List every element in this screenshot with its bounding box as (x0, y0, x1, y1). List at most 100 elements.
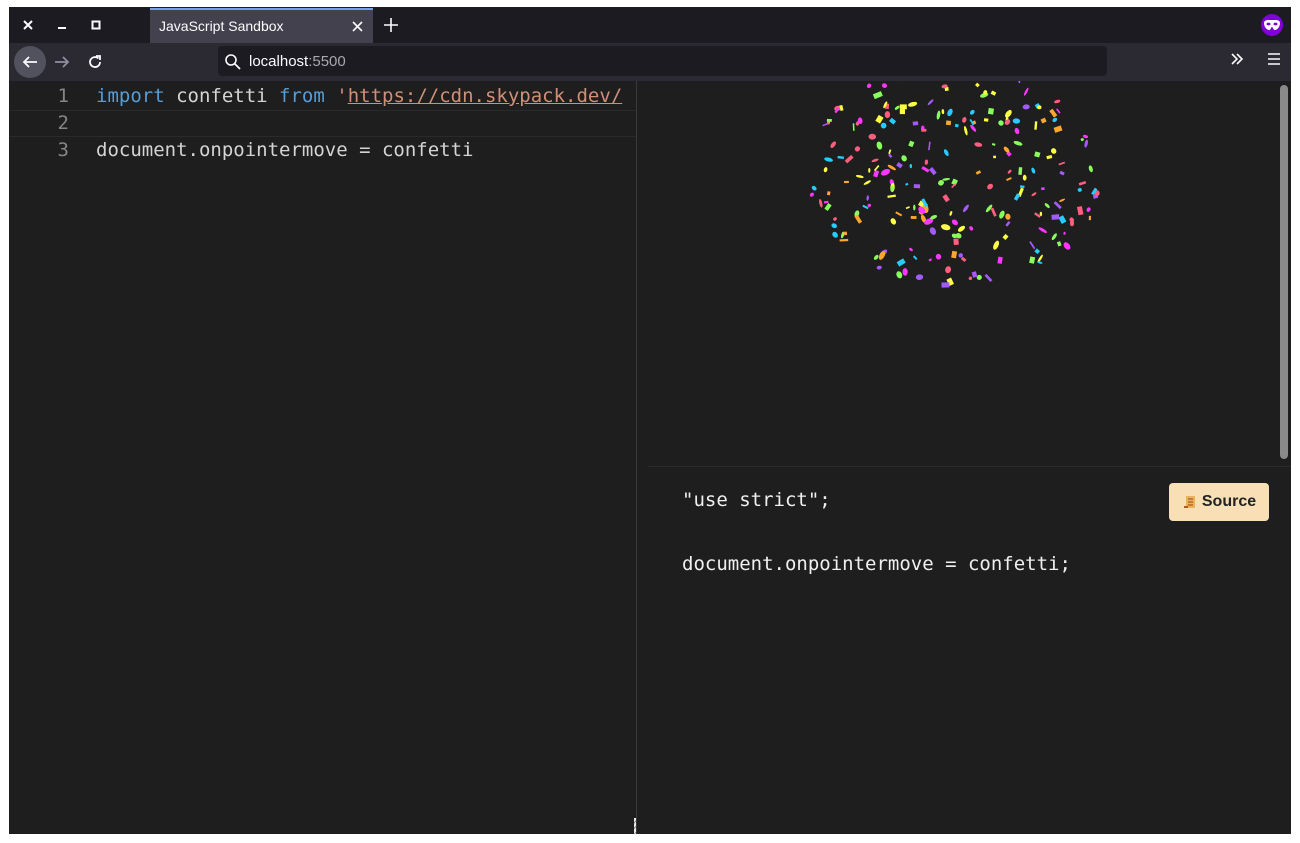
confetti-ellipse (871, 158, 879, 163)
confetti-rect (990, 207, 997, 217)
resize-handle[interactable] (634, 818, 636, 834)
browser-window: JavaScript Sandbox localhost:5500 1 impo… (9, 7, 1291, 834)
string-quote: ' (324, 85, 348, 107)
confetti-ellipse (951, 219, 958, 226)
confetti-ellipse (1051, 233, 1057, 241)
scrollbar[interactable] (1280, 85, 1288, 459)
editor-line-3[interactable]: 3 document.onpointermove = confetti (9, 137, 636, 164)
tab-javascript-sandbox[interactable]: JavaScript Sandbox (150, 8, 373, 43)
confetti-rect (960, 256, 967, 262)
confetti-ellipse (809, 192, 814, 197)
confetti-rect (1053, 201, 1062, 210)
back-button[interactable] (14, 46, 46, 78)
confetti-rect (854, 214, 863, 224)
confetti-rect (913, 184, 921, 189)
line-code: import confetti from 'https://cdn.skypac… (96, 85, 622, 107)
new-tab-button[interactable] (379, 13, 403, 37)
confetti-ellipse (867, 203, 872, 208)
confetti-rect (1006, 177, 1012, 182)
confetti-rect (975, 170, 982, 175)
confetti-rect (910, 216, 917, 219)
overflow-menu-button[interactable] (1229, 51, 1245, 71)
hamburger-menu-icon (1268, 53, 1280, 65)
arrow-left-icon (22, 56, 37, 68)
confetti-ellipse (915, 274, 924, 281)
confetti-rect (953, 238, 959, 246)
confetti-ellipse (830, 141, 836, 148)
confetti-ellipse (894, 105, 900, 110)
confetti-ellipse (927, 99, 934, 106)
confetti-ellipse (993, 240, 1000, 250)
confetti-ellipse (866, 83, 872, 89)
confetti-rect (823, 200, 829, 204)
editor-line-1[interactable]: 1 import confetti from 'https://cdn.skyp… (9, 83, 636, 110)
confetti-ellipse (1080, 138, 1084, 142)
confetti-ellipse (1044, 203, 1050, 209)
confetti-ellipse (1013, 141, 1023, 146)
confetti-rect (1029, 256, 1036, 264)
url-text[interactable]: localhost:5500 (249, 53, 346, 70)
import-url-link[interactable]: https://cdn.skypack.dev/ (348, 85, 623, 107)
confetti-rect (1051, 214, 1060, 220)
confetti-ellipse (832, 231, 838, 238)
confetti-ellipse (855, 175, 864, 178)
code-editor[interactable]: 1 import confetti from 'https://cdn.skyp… (9, 81, 637, 834)
confetti-rect (1076, 206, 1084, 216)
confetti-rect (928, 258, 933, 262)
url-host: localhost (249, 53, 309, 70)
confetti-ellipse (1052, 117, 1058, 123)
confetti-ellipse (999, 210, 1005, 219)
address-bar[interactable]: localhost:5500 (218, 46, 1107, 76)
confetti-ellipse (969, 226, 974, 231)
confetti-ellipse (866, 195, 869, 201)
confetti-ellipse (863, 180, 871, 185)
confetti-rect (873, 169, 880, 178)
confetti-ellipse (884, 111, 891, 119)
tab-close-button[interactable] (347, 16, 367, 36)
confetti-rect (826, 118, 832, 122)
confetti-ellipse (876, 141, 883, 150)
confetti-rect (896, 162, 903, 169)
confetti-ellipse (987, 183, 994, 190)
source-button[interactable]: Source (1169, 483, 1269, 521)
confetti-ellipse (962, 117, 967, 123)
confetti-ellipse (1022, 174, 1027, 181)
confetti-rect (912, 255, 918, 260)
confetti-rect (873, 165, 880, 172)
confetti-rect (993, 155, 997, 159)
confetti-ellipse (876, 265, 882, 270)
editor-line-2[interactable]: 2 (9, 110, 636, 137)
confetti-rect (888, 149, 892, 155)
confetti-ellipse (1051, 148, 1057, 154)
confetti-ellipse (1054, 99, 1061, 104)
confetti-rect (1078, 180, 1087, 186)
confetti-ellipse (824, 157, 834, 162)
application-menu-button[interactable] (1267, 51, 1281, 70)
line-number: 2 (57, 112, 69, 134)
confetti-ellipse (1005, 109, 1012, 118)
output-line-use-strict: "use strict"; (682, 489, 831, 511)
page-content: 1 import confetti from 'https://cdn.skyp… (9, 81, 1291, 834)
confetti-ellipse (1017, 81, 1021, 84)
maximize-window-button[interactable] (84, 13, 108, 37)
confetti-rect (905, 182, 909, 186)
reload-button[interactable] (79, 46, 111, 78)
forward-button[interactable] (46, 46, 78, 78)
line-number: 3 (57, 139, 69, 161)
close-window-button[interactable] (16, 13, 40, 37)
preview-pane[interactable] (637, 81, 1291, 465)
search-icon (225, 54, 241, 70)
tab-title: JavaScript Sandbox (159, 18, 284, 34)
minimize-window-button[interactable] (50, 13, 74, 37)
confetti-ellipse (868, 133, 877, 140)
confetti-rect (889, 117, 897, 125)
confetti-rect (912, 121, 919, 126)
confetti-ellipse (969, 109, 975, 115)
confetti-rect (1041, 187, 1045, 191)
confetti-ellipse (1086, 207, 1091, 212)
confetti-rect (899, 104, 907, 110)
confetti-rect (905, 206, 910, 210)
confetti-rect (1034, 151, 1041, 158)
confetti-rect (983, 118, 989, 122)
confetti-ellipse (974, 142, 983, 147)
